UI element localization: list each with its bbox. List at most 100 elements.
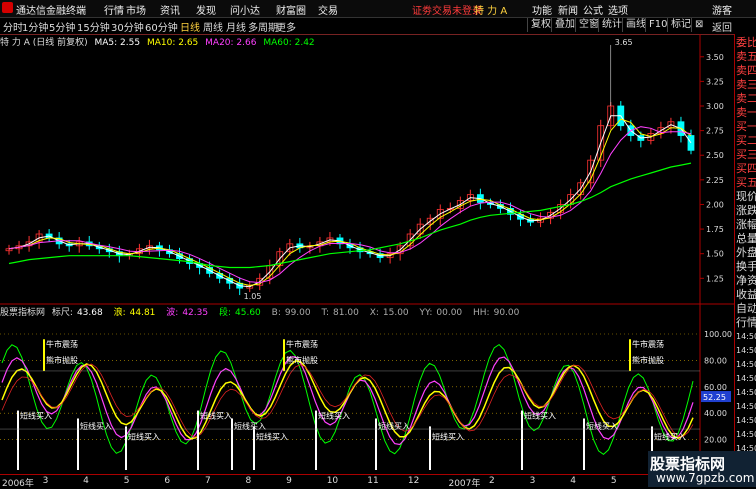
date-tick-label: 5 — [123, 476, 130, 486]
side-panel-item[interactable]: 自动 — [736, 302, 756, 315]
price-tick-label: 2.75 — [706, 127, 724, 136]
menu-item-trade[interactable]: 交易 — [318, 2, 338, 17]
price-tick-label: 2.50 — [706, 151, 724, 160]
side-panel-item: 卖三 — [736, 78, 756, 91]
back-button[interactable]: 返回 — [712, 19, 732, 34]
side-panel-item[interactable]: 14:50 — [736, 414, 756, 427]
side-panel-item[interactable]: 14:50 — [736, 372, 756, 385]
indicator-tick-label: 40.00 — [704, 409, 727, 418]
menu-item-quotes[interactable]: 行情 — [104, 2, 124, 17]
date-axis: 2006年34567891011122007年23456 — [0, 474, 734, 489]
user-guest[interactable]: 游客 — [712, 2, 732, 17]
candle-body — [687, 135, 695, 151]
side-panel-item: 卖一 — [736, 106, 756, 119]
date-tick-label: 6 — [164, 476, 171, 486]
date-tick-label: 12 — [407, 476, 420, 486]
side-panel-item: 卖四 — [736, 64, 756, 77]
menu-item-market[interactable]: 市场 — [126, 2, 146, 17]
date-tick-label: 2 — [489, 476, 495, 486]
login-warning[interactable]: 证劵交易未登录 — [412, 2, 482, 17]
price-tick-label: 1.25 — [706, 274, 724, 283]
side-panel-item[interactable]: 14:50 — [736, 400, 756, 413]
indicator-tick-label: 80.00 — [704, 356, 727, 365]
overlay-button[interactable]: 叠加 — [551, 18, 578, 32]
buy-signal-label: 短线买入 — [318, 410, 350, 420]
tf-more[interactable]: 更多 — [276, 19, 296, 34]
menu-item-formula[interactable]: 公式 — [583, 2, 603, 17]
tf-monthly[interactable]: 月线 — [226, 19, 246, 34]
price-tick-label: 2.25 — [706, 176, 724, 185]
tf-5min[interactable]: 5分钟 — [49, 19, 75, 34]
side-panel-item[interactable]: 14:50 — [736, 330, 756, 343]
tf-intraday[interactable]: 分时 — [3, 19, 23, 34]
price-tick-label: 3.00 — [706, 102, 724, 111]
buy-signal-label: 短线买入 — [80, 421, 112, 431]
tf-60min[interactable]: 60分钟 — [145, 19, 178, 34]
app-title: 通达信金融终端 — [16, 6, 86, 17]
side-panel-item: 卖二 — [736, 92, 756, 105]
app-logo-icon — [2, 2, 13, 13]
close-window-button[interactable]: ⊠ — [691, 18, 706, 32]
date-tick-label: 2006年 — [2, 479, 34, 489]
peak-price-label: 3.65 — [615, 38, 633, 47]
side-panel-item[interactable]: 14:50 — [736, 344, 756, 357]
buy-signal-label: 短线买入 — [524, 410, 556, 420]
indicator-tick-label: 60.00 — [704, 383, 727, 392]
side-panel-item: 买二 — [736, 134, 756, 147]
menu-item-news[interactable]: 资讯 — [160, 2, 180, 17]
ma10-line — [8, 118, 692, 287]
date-tick-label: 3 — [529, 476, 536, 486]
side-panel-item: 买五 — [736, 176, 756, 189]
indicator-tick-label: 20.00 — [704, 436, 727, 445]
menu-item-ask[interactable]: 问小达 — [230, 2, 260, 17]
menu-item-options[interactable]: 选项 — [608, 2, 628, 17]
side-panel-item: 收益 — [736, 288, 756, 301]
low-price-label: 1.05 — [244, 292, 262, 301]
bull-signal-label: 牛市震荡 — [632, 339, 664, 349]
quote-side-panel: 委比 卖五 卖四 卖三 卖二 卖一 买一 买二 买三 买四 买五 现价 涨跌 涨幅 总量 外盘 换手 净资 收益 自动… — [734, 34, 756, 471]
menu-item-function[interactable]: 功能 — [532, 2, 552, 17]
tf-15min[interactable]: 15分钟 — [77, 19, 110, 34]
kline-chart[interactable]: 3.50 3.25 3.00 2.75 2.50 2.25 2.00 1.75 1.50 1.25… — [0, 34, 734, 474]
side-panel-item[interactable]: 14:50 — [736, 428, 756, 441]
tf-daily[interactable]: 日线 — [180, 19, 200, 34]
tf-multi[interactable]: 多周期 — [248, 19, 278, 34]
side-panel-item[interactable]: 14:50 — [736, 358, 756, 371]
buy-signal-label: 短线买入 — [256, 432, 288, 442]
side-panel-item: 委比 — [736, 36, 756, 49]
menu-item-discover[interactable]: 发现 — [196, 2, 216, 17]
tf-1min[interactable]: 1分钟 — [22, 19, 48, 34]
side-panel-item: 涨跌 — [736, 204, 756, 217]
side-panel-item: 外盘 — [736, 246, 756, 259]
timeframe-bar: 分时 1分钟 5分钟 15分钟 30分钟 60分钟 日线 周线 月线 多周期 更… — [0, 18, 756, 35]
date-tick-label: 7 — [204, 476, 211, 486]
menu-item-newsflash[interactable]: 新闻 — [558, 2, 578, 17]
stats-button[interactable]: 统计 — [598, 18, 625, 32]
side-panel-item: 买三 — [736, 148, 756, 161]
side-panel-item: 买一 — [736, 120, 756, 133]
date-tick-label: 9 — [286, 476, 292, 486]
side-panel-item: 换手 — [736, 260, 756, 273]
price-tick-label: 3.25 — [706, 77, 724, 86]
adjust-button[interactable]: 复权 — [527, 18, 554, 32]
buy-signal-label: 短线买入 — [654, 432, 686, 442]
price-tick-label: 1.75 — [706, 225, 724, 234]
menu-item-wealth[interactable]: 财富圈 — [276, 2, 306, 17]
side-panel-item[interactable]: 行情 — [736, 316, 756, 329]
bear-signal-label: 熊市抛股 — [46, 355, 78, 365]
side-panel-item[interactable]: 14:50 — [736, 386, 756, 399]
top-menu-bar: 通达信金融终端 行情 市场 资讯 发现 问小达 财富圈 交易 证劵交易未登录 特… — [0, 0, 756, 18]
side-panel-item: 涨幅 — [736, 218, 756, 231]
date-tick-label: 4 — [570, 476, 576, 486]
buy-signal-label: 短线买入 — [200, 410, 232, 420]
date-tick-label: 8 — [245, 476, 252, 486]
buy-signal-label: 短线买入 — [432, 432, 464, 442]
buy-signal-label: 短线买入 — [234, 421, 266, 431]
buy-signal-label: 短线买入 — [128, 432, 160, 442]
mark-button[interactable]: 标记 — [667, 18, 694, 32]
indicator-tick-label: 100.00 — [704, 330, 732, 339]
price-tick-label: 2.00 — [706, 200, 724, 209]
tf-30min[interactable]: 30分钟 — [111, 19, 144, 34]
watermark-logo: 股票指标网 www.7gpzb.com — [648, 451, 756, 487]
tf-weekly[interactable]: 周线 — [203, 19, 223, 34]
